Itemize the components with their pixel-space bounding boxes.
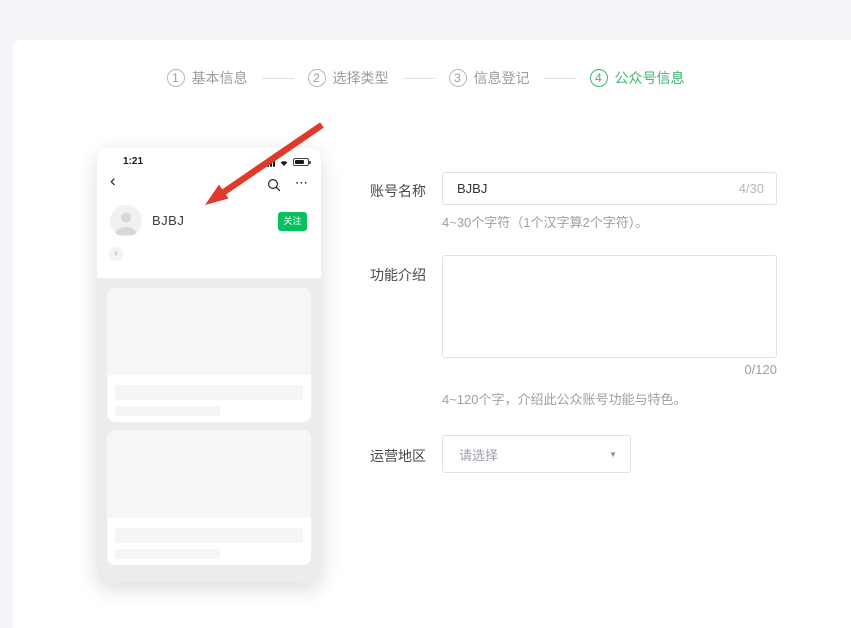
status-bar-icons xyxy=(264,157,309,167)
account-name-preview: BJBJ xyxy=(152,213,184,228)
step-label: 选择类型 xyxy=(333,68,389,88)
follow-button: 关注 xyxy=(278,212,307,231)
account-name-helper: 4~30个字符（1个汉字算2个字符）。 xyxy=(442,212,648,231)
article-subtitle-placeholder xyxy=(115,406,220,416)
article-image-placeholder xyxy=(107,288,311,375)
back-icon: ‹ xyxy=(110,172,116,190)
account-name-counter: 4/30 xyxy=(739,181,776,196)
step-connector xyxy=(262,78,294,79)
step-label: 公众号信息 xyxy=(615,68,685,88)
avatar xyxy=(110,205,142,237)
step-connector xyxy=(544,78,576,79)
status-bar-time: 1:21 xyxy=(123,156,143,167)
region-select[interactable]: 请选择 ▼ xyxy=(442,435,631,473)
account-name-label: 账号名称 xyxy=(370,181,426,201)
description-textarea[interactable] xyxy=(442,255,777,358)
article-title-placeholder xyxy=(115,528,303,543)
step-label: 信息登记 xyxy=(474,68,530,88)
description-label: 功能介绍 xyxy=(370,265,426,285)
account-name-input[interactable]: BJBJ 4/30 xyxy=(442,172,777,205)
cellular-signal-icon xyxy=(264,157,275,167)
dropdown-caret-icon: ▼ xyxy=(609,450,630,459)
step-number: 2 xyxy=(308,69,326,87)
article-card-placeholder xyxy=(107,430,311,565)
wifi-icon xyxy=(278,157,290,167)
article-subtitle-placeholder xyxy=(115,549,220,559)
search-icon xyxy=(267,178,281,192)
step-account-info-active[interactable]: 4 公众号信息 xyxy=(590,68,685,88)
step-info-registration[interactable]: 3 信息登记 xyxy=(449,68,530,88)
person-icon xyxy=(110,205,142,237)
account-name-value: BJBJ xyxy=(443,181,739,196)
step-number: 1 xyxy=(167,69,185,87)
battery-icon xyxy=(293,158,309,166)
step-number: 4 xyxy=(590,69,608,87)
article-card-placeholder xyxy=(107,288,311,422)
registration-stepper: 1 基本信息 2 选择类型 3 信息登记 4 公众号信息 xyxy=(0,68,851,88)
step-basic-info[interactable]: 1 基本信息 xyxy=(167,68,248,88)
article-image-placeholder xyxy=(107,430,311,518)
article-title-placeholder xyxy=(115,385,303,400)
region-select-placeholder: 请选择 xyxy=(443,445,609,464)
step-number: 3 xyxy=(449,69,467,87)
step-connector xyxy=(403,78,435,79)
more-options-icon: ⋯ xyxy=(295,175,309,191)
description-helper: 4~120个字，介绍此公众账号功能与特色。 xyxy=(442,389,687,408)
step-choose-type[interactable]: 2 选择类型 xyxy=(308,68,389,88)
phone-preview: 1:21 ‹ ⋯ BJBJ 关注 › xyxy=(97,148,321,583)
phone-header: 1:21 ‹ ⋯ BJBJ 关注 › xyxy=(97,148,321,278)
chevron-right-icon: › xyxy=(109,247,123,261)
step-label: 基本信息 xyxy=(192,68,248,88)
region-label: 运营地区 xyxy=(370,446,426,466)
description-counter: 0/120 xyxy=(442,362,777,377)
